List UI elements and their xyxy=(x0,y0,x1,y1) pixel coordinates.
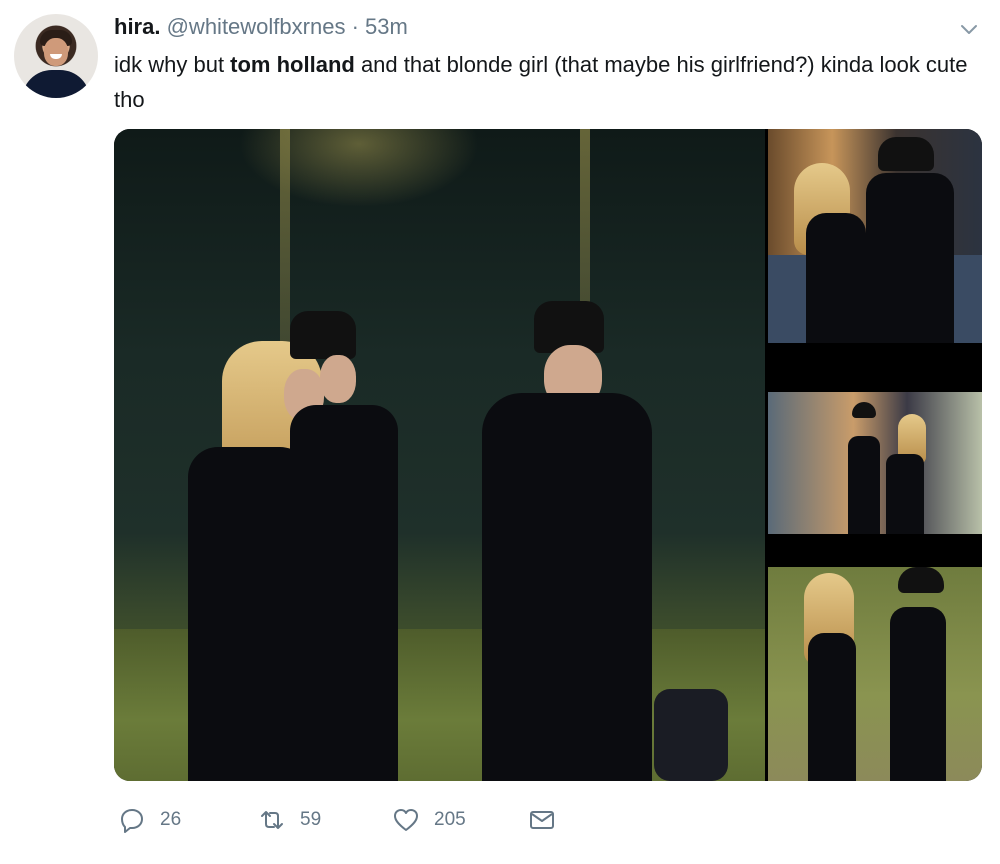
handbag xyxy=(654,689,728,781)
tweet-text-bold: tom holland xyxy=(230,52,355,77)
thumbnail-photo[interactable] xyxy=(768,129,982,343)
bodyguard-figure xyxy=(290,405,398,781)
display-name[interactable]: hira. xyxy=(114,14,160,39)
cap xyxy=(878,137,934,171)
timestamp[interactable]: 53m xyxy=(365,14,408,39)
like-button[interactable]: 205 xyxy=(392,800,466,840)
man-figure xyxy=(482,393,652,781)
tweet-header: hira. @whitewolfbxrnes · 53m xyxy=(114,14,408,40)
retweet-icon xyxy=(261,811,283,829)
thumbnail-photo[interactable] xyxy=(768,567,982,781)
action-bar: 26 59 205 xyxy=(114,800,614,840)
like-count: 205 xyxy=(434,809,466,830)
reply-button[interactable]: 26 xyxy=(118,800,181,840)
reply-count: 26 xyxy=(160,809,182,830)
tweet-text-part1: idk why but xyxy=(114,52,231,77)
man-figure xyxy=(890,607,946,781)
couple-figure xyxy=(866,173,954,343)
avatar-face xyxy=(44,38,68,66)
chevron-down-icon[interactable] xyxy=(958,18,980,40)
heart-icon xyxy=(394,809,418,831)
avatar-shirt xyxy=(22,70,90,98)
girl-figure xyxy=(886,454,924,534)
avatar[interactable] xyxy=(14,14,98,98)
thumbnail-photo[interactable] xyxy=(768,346,982,564)
user-handle[interactable]: @whitewolfbxrnes xyxy=(167,14,346,39)
crowd-scene xyxy=(768,392,982,534)
dm-button[interactable] xyxy=(528,800,570,840)
man-figure xyxy=(848,436,880,534)
cap xyxy=(898,567,944,593)
tweet-text: idk why but tom holland and that blonde … xyxy=(114,47,974,117)
separator-dot: · xyxy=(351,14,359,39)
mail-icon xyxy=(530,811,554,829)
retweet-count: 59 xyxy=(300,809,322,830)
media-grid xyxy=(114,129,982,781)
cap xyxy=(852,402,876,418)
couple-figure xyxy=(806,213,866,343)
reply-icon xyxy=(121,809,143,833)
cap xyxy=(290,311,356,359)
girl-figure xyxy=(808,633,856,781)
retweet-button[interactable]: 59 xyxy=(258,800,321,840)
main-photo[interactable] xyxy=(114,129,765,781)
man-face xyxy=(320,355,356,403)
